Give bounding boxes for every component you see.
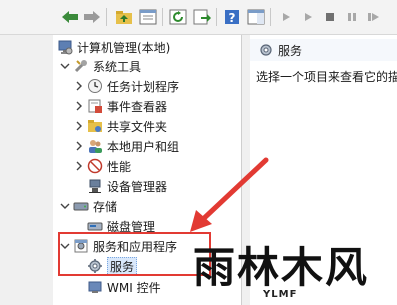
tree-label: 性能 (107, 159, 132, 174)
tree-item-shared-folders[interactable]: 共享文件夹 (73, 117, 167, 135)
start-service-alt-icon[interactable] (298, 7, 318, 27)
chevron-right-icon[interactable] (73, 80, 85, 92)
up-folder-icon[interactable] (114, 7, 134, 27)
tree-item-storage[interactable]: 存储 (59, 197, 117, 215)
tree-item-wmi-control[interactable]: WMI 控件 (87, 278, 161, 296)
tree-label: WMI 控件 (107, 280, 161, 295)
tree-item-root[interactable]: 计算机管理(本地) (57, 38, 170, 56)
toolbar-separator (216, 8, 217, 26)
forward-arrow-icon[interactable] (82, 7, 102, 27)
export-list-icon[interactable] (192, 7, 212, 27)
tree-label: 任务计划程序 (107, 79, 180, 94)
show-hide-pane-icon[interactable] (246, 7, 266, 27)
tree-item-system-tools[interactable]: 系统工具 (59, 57, 141, 75)
toolbar-separator (162, 8, 163, 26)
chevron-right-icon[interactable] (73, 100, 85, 112)
pane-header: 服务 (250, 39, 397, 61)
restart-service-icon[interactable] (364, 7, 384, 27)
device-manager-icon (87, 178, 103, 194)
tree-item-device-manager[interactable]: 设备管理器 (87, 177, 167, 195)
tree-label: 系统工具 (93, 59, 142, 74)
chevron-right-icon[interactable] (73, 140, 85, 152)
tree-label: 设备管理器 (107, 179, 168, 194)
tree-item-local-users[interactable]: 本地用户和组 (73, 137, 179, 155)
back-arrow-icon[interactable] (60, 7, 80, 27)
tree-item-task-scheduler[interactable]: 任务计划程序 (73, 77, 179, 95)
toolbar-separator (270, 8, 271, 26)
performance-icon (87, 158, 103, 174)
watermark-text: 雨林木风 (193, 243, 370, 292)
users-icon (87, 138, 103, 154)
refresh-icon[interactable] (168, 7, 188, 27)
gear-icon (258, 42, 274, 58)
chevron-down-icon[interactable] (59, 200, 71, 212)
computer-management-icon (57, 39, 73, 55)
watermark-logo: 雨林木风 YLMF (193, 245, 397, 305)
toolbar-separator (106, 8, 107, 26)
chevron-right-icon[interactable] (73, 160, 85, 172)
tree-label: 本地用户和组 (107, 139, 180, 154)
toolbar: ? (0, 0, 397, 35)
tree-item-event-viewer[interactable]: 事件查看器 (73, 97, 167, 115)
tree-label: 共享文件夹 (107, 119, 168, 134)
tools-icon (73, 58, 89, 74)
pause-service-icon[interactable] (342, 7, 362, 27)
tree-label: 计算机管理(本地) (77, 40, 171, 55)
pane-title: 服务 (278, 43, 303, 58)
highlight-box (58, 232, 211, 276)
chevron-down-icon[interactable] (59, 60, 71, 72)
svg-text:?: ? (229, 11, 236, 25)
storage-icon (73, 198, 89, 214)
pane-hint: 选择一个项目来查看它的描 (256, 70, 397, 84)
clock-icon (87, 78, 103, 94)
console-tree-icon[interactable] (138, 7, 158, 27)
watermark-subtext: YLMF (263, 289, 298, 300)
event-log-icon (87, 98, 103, 114)
tree-label: 事件查看器 (107, 99, 168, 114)
wmi-icon (87, 279, 103, 295)
tree-item-performance[interactable]: 性能 (73, 157, 131, 175)
help-icon[interactable]: ? (222, 7, 242, 27)
shared-folder-icon (87, 118, 103, 134)
chevron-right-icon[interactable] (73, 120, 85, 132)
stop-service-icon[interactable] (320, 7, 340, 27)
start-service-icon[interactable] (276, 7, 296, 27)
tree-label: 存储 (93, 199, 118, 214)
